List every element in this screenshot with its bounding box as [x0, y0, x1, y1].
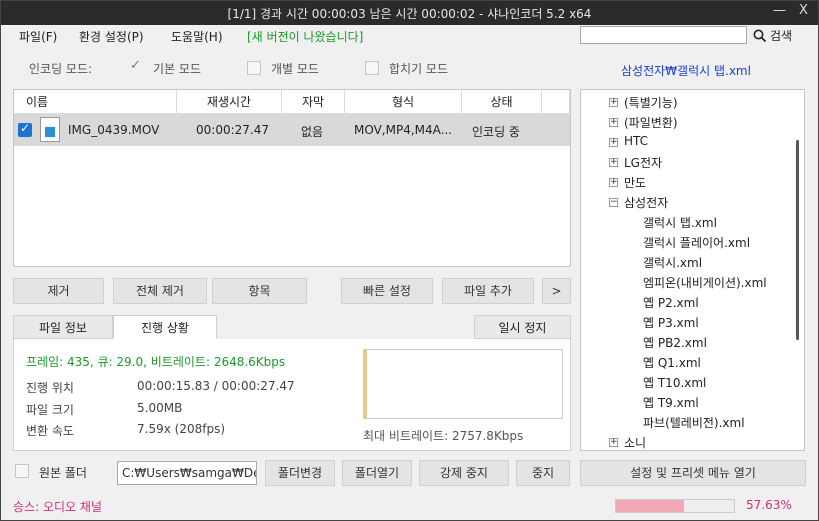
tree-item-folder[interactable]: LG전자: [624, 154, 662, 171]
tree-expander-icon[interactable]: +: [609, 158, 618, 167]
column-header-duration[interactable]: 재생시간: [177, 90, 282, 114]
column-header-empty: [542, 90, 570, 114]
settings-preset-menu-button[interactable]: 설정 및 프리셋 메뉴 열기: [580, 460, 806, 486]
tree-item-preset[interactable]: 파브(텔레비전).xml: [643, 414, 745, 431]
file-size-label: 파일 크기: [26, 403, 74, 417]
new-version-notice[interactable]: [새 버전이 나왔습니다]: [247, 28, 363, 45]
source-folder-label: 원본 폴더: [39, 466, 87, 480]
tree-item-folder[interactable]: HTC: [624, 134, 648, 148]
video-file-icon: [40, 117, 60, 142]
tree-item-preset[interactable]: 갤럭시.xml: [643, 254, 702, 271]
force-stop-button[interactable]: 강제 중지: [419, 460, 509, 486]
app-window: [1/1] 경과 시간 00:00:03 남은 시간 00:00:02 - 샤나…: [0, 0, 819, 521]
bitrate-graph: [363, 349, 563, 419]
tree-item-preset[interactable]: 갤럭시 탭.xml: [643, 214, 717, 231]
basic-mode-checkbox[interactable]: [129, 58, 143, 75]
tree-item-preset[interactable]: 옙 P2.xml: [643, 294, 699, 311]
title-bar: [1/1] 경과 시간 00:00:03 남은 시간 00:00:02 - 샤나…: [1, 1, 818, 25]
tree-item-preset[interactable]: 옙 T9.xml: [643, 394, 699, 411]
progress-percent: 57.63%: [746, 498, 792, 512]
open-folder-button[interactable]: 폴더열기: [342, 460, 412, 486]
encoding-mode-label: 인코딩 모드:: [29, 62, 93, 76]
speed-label: 변환 속도: [26, 424, 74, 438]
tree-item-folder[interactable]: (파일변환): [624, 114, 678, 131]
max-bitrate: 최대 비트레이트: 2757.8Kbps: [363, 429, 524, 443]
tree-item-folder[interactable]: 만도: [624, 174, 646, 191]
tree-expander-icon[interactable]: +: [609, 178, 618, 187]
table-row[interactable]: IMG_0439.MOV 00:00:27.47 없음 MOV,MP4,M4A.…: [14, 114, 570, 146]
status-bar: 승스: 오디오 채널 57.63%: [1, 492, 818, 520]
source-folder-checkbox[interactable]: [15, 464, 29, 478]
tree-item-folder[interactable]: 삼성전자: [624, 194, 668, 211]
tree-expander-icon[interactable]: −: [609, 198, 618, 207]
preset-tree: + (특별기능) + (파일변환) + HTC + LG전자 + 만도 − 삼성전자갤럭시 탭.xml…: [580, 89, 805, 451]
search-icon: [753, 29, 766, 42]
tree-item-preset[interactable]: 엠피온(내비게이션).xml: [643, 274, 767, 291]
file-list: 이름 재생시간 자막 형식 상태 IMG_0439.MOV 00:00:27.4…: [13, 89, 571, 267]
output-path-field[interactable]: C:₩Users₩samga₩De: [117, 461, 257, 485]
item-button[interactable]: 항목: [212, 278, 307, 304]
row-file-name: IMG_0439.MOV: [68, 123, 160, 137]
tree-item-folder[interactable]: 소니: [624, 434, 646, 450]
current-profile-link[interactable]: 삼성전자₩갤럭시 탭.xml: [621, 62, 751, 79]
progress-panel: 프레임: 435, 큐: 29.0, 비트레이트: 2648.6Kbps 진행 …: [13, 339, 571, 451]
change-folder-button[interactable]: 폴더변경: [265, 460, 335, 486]
remove-button[interactable]: 제거: [13, 278, 104, 304]
column-header-name[interactable]: 이름: [14, 90, 177, 114]
tree-item-preset[interactable]: 옙 Q1.xml: [643, 354, 701, 371]
encoding-stats: 프레임: 435, 큐: 29.0, 비트레이트: 2648.6Kbps: [26, 355, 286, 369]
bitrate-graph-bar: [364, 350, 367, 418]
pause-button[interactable]: 일시 정지: [474, 315, 571, 339]
menu-settings[interactable]: 환경 설정(P): [79, 28, 144, 45]
search-button-label: 검색: [770, 29, 793, 43]
column-header-format[interactable]: 형식: [345, 90, 462, 114]
position-label: 진행 위치: [26, 381, 74, 395]
speed-value: 7.59x (208fps): [137, 422, 225, 436]
menu-help[interactable]: 도움말(H): [171, 28, 223, 45]
tree-expander-icon[interactable]: +: [609, 118, 618, 127]
tab-file-info[interactable]: 파일 정보: [13, 315, 113, 339]
row-subtitle: 없음: [301, 125, 324, 139]
close-icon[interactable]: X: [799, 3, 808, 18]
row-status: 인코딩 중: [472, 125, 520, 139]
window-title: [1/1] 경과 시간 00:00:03 남은 시간 00:00:02 - 샤나…: [227, 7, 592, 21]
individual-mode-label: 개별 모드: [271, 62, 319, 76]
search-input[interactable]: [580, 26, 747, 44]
stop-button[interactable]: 중지: [516, 460, 570, 486]
column-header-status[interactable]: 상태: [462, 90, 542, 114]
menu-file[interactable]: 파일(F): [19, 28, 57, 45]
search-button[interactable]: 검색: [753, 27, 792, 44]
add-file-button[interactable]: 파일 추가: [442, 278, 534, 304]
column-header-subtitle[interactable]: 자막: [282, 90, 345, 114]
tree-scrollbar[interactable]: [796, 140, 799, 340]
position-value: 00:00:15.83 / 00:00:27.47: [137, 379, 295, 393]
file-size-value: 5.00MB: [137, 401, 183, 415]
basic-mode-label: 기본 모드: [153, 62, 201, 76]
tree-item-preset[interactable]: 옙 P3.xml: [643, 314, 699, 331]
quick-settings-button[interactable]: 빠른 설정: [341, 278, 433, 304]
tree-item-preset[interactable]: 옙 PB2.xml: [643, 334, 707, 351]
row-format: MOV,MP4,M4A...: [354, 123, 453, 137]
merge-mode-checkbox[interactable]: [365, 61, 379, 75]
remove-all-button[interactable]: 전체 제거: [113, 278, 207, 304]
minimize-icon[interactable]: —: [773, 3, 786, 18]
status-text: 승스: 오디오 채널: [13, 500, 102, 514]
overall-progress-bar: [615, 499, 735, 513]
merge-mode-label: 합치기 모드: [389, 62, 449, 76]
tab-progress[interactable]: 진행 상황: [113, 315, 217, 339]
more-button[interactable]: >: [542, 278, 571, 304]
tree-item-preset[interactable]: 옙 T10.xml: [643, 374, 706, 391]
tree-expander-icon[interactable]: +: [609, 98, 618, 107]
individual-mode-checkbox[interactable]: [247, 61, 261, 75]
tree-expander-icon[interactable]: +: [609, 438, 618, 447]
tree-item-folder[interactable]: (특별기능): [624, 94, 678, 111]
tree-item-preset[interactable]: 갤럭시 플레이어.xml: [643, 234, 750, 251]
row-checkbox[interactable]: [18, 121, 32, 137]
tree-expander-icon[interactable]: +: [609, 138, 618, 147]
overall-progress-fill: [616, 500, 684, 512]
row-duration: 00:00:27.47: [196, 123, 269, 137]
